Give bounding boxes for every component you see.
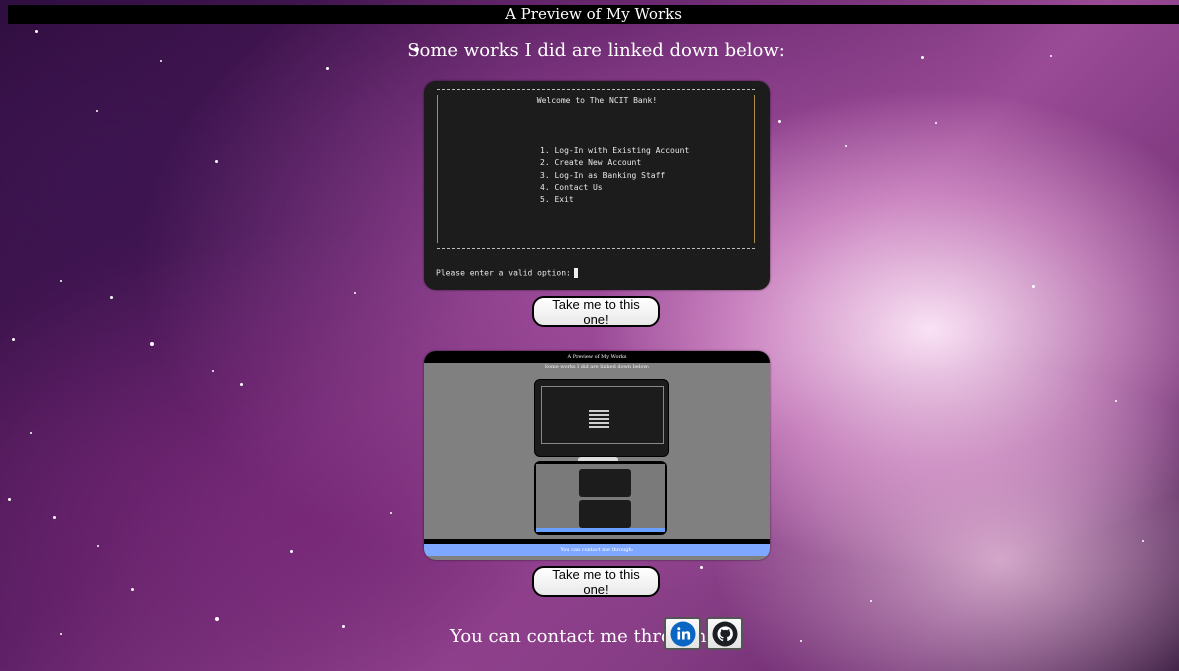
bank-menu-item: 1. Log-In with Existing Account (540, 146, 690, 155)
mini-contact-bar: You can contact me through: (424, 544, 770, 556)
bank-menu: 1. Log-In with Existing Account 2. Creat… (540, 145, 689, 206)
github-button[interactable] (706, 617, 743, 650)
mini-contact-text: You can contact me through: (560, 547, 634, 553)
project-1-link-button[interactable]: Take me to this one! (532, 296, 660, 327)
project-preview-bank: Welcome to The NCIT Bank! 1. Log-In with… (424, 81, 770, 290)
mini-nested-background (536, 464, 665, 528)
page-header: A Preview of My Works (8, 5, 1179, 24)
bank-prompt-text: Please enter a valid option: (436, 268, 571, 278)
linkedin-button[interactable] (664, 617, 701, 650)
project-preview-portfolio: A Preview of My Works Some works I did a… (424, 351, 770, 560)
dashed-border-top (437, 89, 755, 90)
bank-prompt: Please enter a valid option: (436, 268, 578, 278)
linkedin-icon (670, 621, 695, 646)
mini-title: A Preview of My Works (567, 354, 627, 360)
mini-nested-bar (536, 528, 665, 532)
mini-terminal-preview (534, 379, 669, 457)
bank-welcome-heading: Welcome to The NCIT Bank! (536, 96, 658, 105)
project-2-link-button[interactable]: Take me to this one! (532, 566, 660, 597)
mini-header: A Preview of My Works (424, 351, 770, 363)
page-title: A Preview of My Works (505, 5, 682, 23)
mini-nested-preview (534, 461, 667, 535)
cursor-icon (573, 268, 578, 278)
github-icon (712, 621, 737, 646)
border-right (754, 95, 755, 243)
mini-subtitle: Some works I did are linked down below: (544, 364, 650, 370)
mini-nested-block (579, 500, 631, 528)
bank-menu-item: 4. Contact Us (540, 182, 603, 192)
mini-menu-lines (589, 410, 609, 430)
bank-menu-item: 3. Log-In as Banking Staff (540, 170, 666, 180)
dashed-border-bottom (437, 248, 755, 249)
mini-terminal-frame (541, 386, 664, 444)
mini-nested-block (579, 469, 631, 497)
intro-text: Some works I did are linked down below: (407, 40, 785, 61)
bank-menu-item: 2. Create New Account (540, 158, 642, 168)
border-left (437, 95, 438, 243)
bank-menu-item: 5. Exit (540, 195, 574, 205)
